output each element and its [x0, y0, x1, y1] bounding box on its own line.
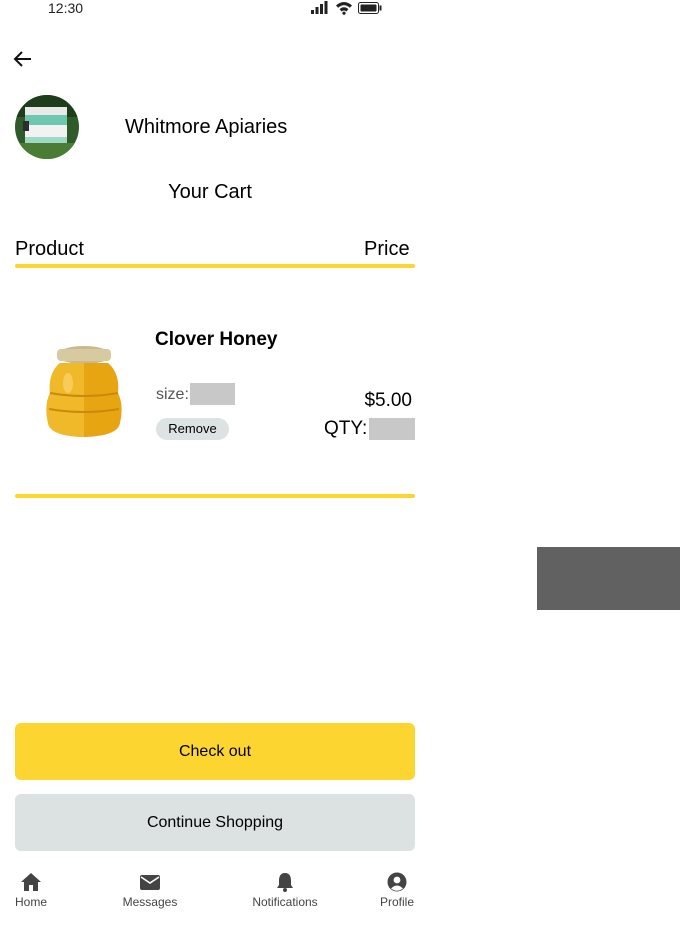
home-icon — [21, 873, 41, 891]
beehive-image — [15, 95, 79, 159]
envelope-icon — [140, 875, 160, 890]
nav-profile[interactable]: Profile — [374, 872, 420, 909]
size-label: size: — [156, 386, 189, 403]
honey-jar-image — [46, 346, 122, 437]
checkout-button[interactable]: Check out — [15, 723, 415, 780]
user-circle-icon — [387, 872, 407, 892]
store-name: Whitmore Apiaries — [125, 116, 288, 138]
nav-messages[interactable]: Messages — [114, 872, 186, 909]
wifi-icon — [336, 2, 352, 15]
nav-notifications[interactable]: Notifications — [245, 872, 325, 909]
back-arrow-icon[interactable] — [12, 48, 34, 70]
remove-button[interactable]: Remove — [156, 418, 229, 440]
status-icons — [311, 1, 382, 15]
continue-shopping-button[interactable]: Continue Shopping — [15, 794, 415, 851]
grey-panel — [537, 547, 680, 610]
qty-input[interactable] — [369, 418, 415, 440]
qty-label: QTY: — [324, 418, 368, 439]
size-select[interactable] — [190, 383, 235, 405]
status-time: 12:30 — [48, 0, 84, 16]
item-price: $5.00 — [364, 390, 412, 411]
nav-label-messages: Messages — [122, 895, 178, 909]
store-avatar — [15, 95, 79, 159]
column-header-product: Product — [15, 238, 84, 260]
nav-label-home: Home — [14, 895, 47, 909]
nav-label-profile: Profile — [379, 895, 414, 909]
product-name: Clover Honey — [155, 329, 278, 350]
signal-icon — [311, 1, 328, 14]
divider-top — [15, 264, 415, 268]
column-header-price: Price — [364, 238, 410, 260]
nav-home[interactable]: Home — [6, 872, 56, 909]
bell-icon — [277, 873, 293, 892]
battery-icon — [358, 2, 382, 14]
nav-label-notifications: Notifications — [252, 895, 318, 909]
cart-title: Your Cart — [168, 181, 252, 203]
divider-bottom — [15, 494, 415, 498]
